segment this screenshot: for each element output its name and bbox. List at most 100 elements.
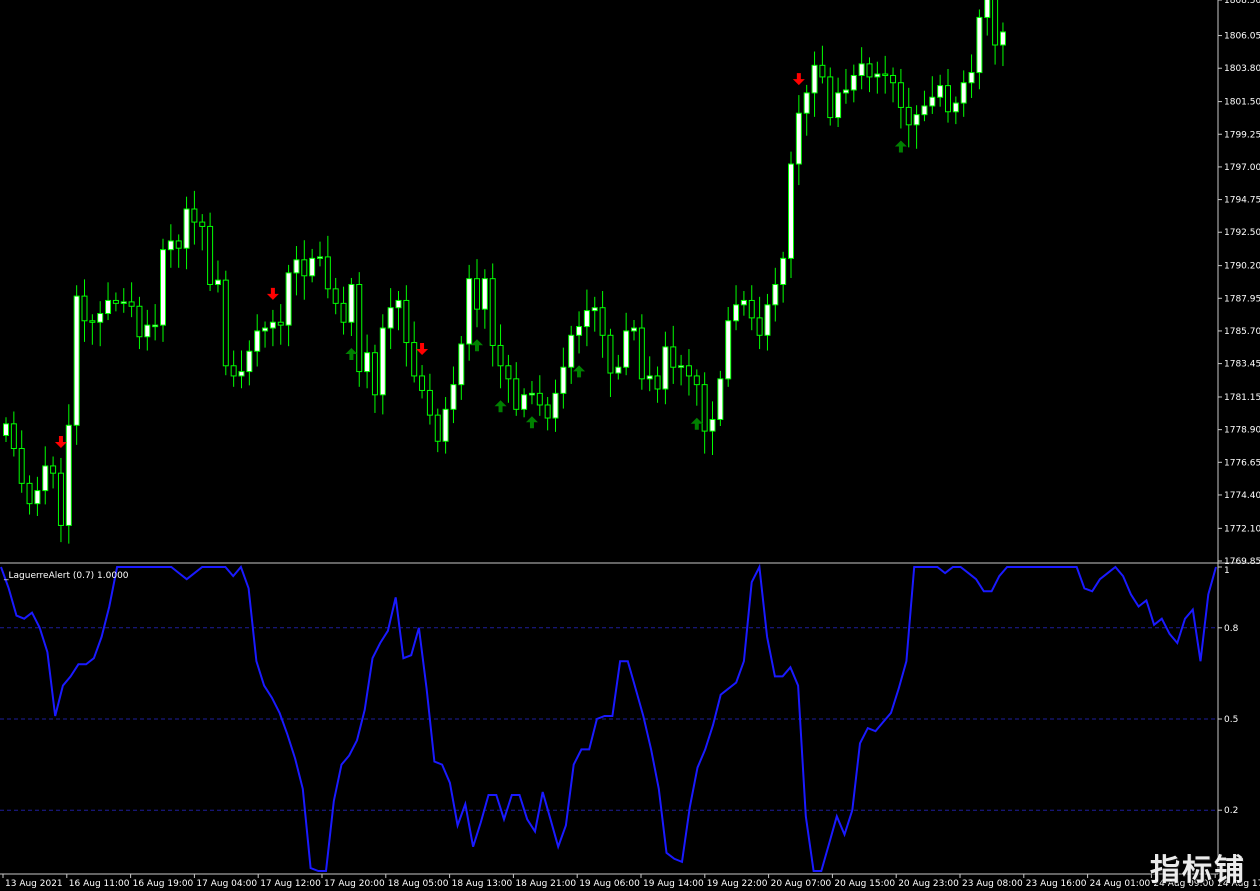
time-tick-label: 13 Aug 2021 — [5, 879, 63, 889]
candle-body — [591, 307, 598, 312]
price-tick-label: 1790.20 — [1224, 262, 1260, 272]
candle-body — [120, 301, 127, 304]
candle-body — [850, 74, 857, 91]
candle-body — [426, 389, 433, 416]
price-tick-label: 1799.25 — [1224, 130, 1260, 140]
candle-body — [262, 327, 269, 332]
candle-body — [497, 344, 504, 367]
candle-body — [866, 63, 873, 78]
candle-body — [560, 366, 567, 394]
price-tick-label: 1781.15 — [1224, 393, 1260, 403]
candle-body — [42, 465, 49, 492]
candle-body — [811, 64, 818, 94]
candle-body — [191, 208, 198, 223]
candle-body — [709, 418, 716, 432]
candle-body — [450, 384, 457, 410]
indicator-tick-label: 0.2 — [1224, 806, 1238, 816]
candle-body — [960, 82, 967, 104]
price-tick-label: 1801.50 — [1224, 98, 1260, 108]
time-tick-label: 24 Aug 01:00 — [1090, 879, 1151, 889]
price-tick-label: 1785.70 — [1224, 327, 1260, 337]
candle-body — [183, 208, 190, 249]
candle-body — [18, 448, 25, 484]
price-tick-label: 1794.75 — [1224, 196, 1260, 206]
candle-body — [913, 114, 920, 126]
candle-body — [788, 163, 794, 259]
candle-body — [207, 225, 214, 285]
candle-body — [685, 365, 692, 377]
candle-body — [34, 490, 41, 505]
candle-body — [646, 375, 653, 380]
candle-body — [803, 92, 810, 114]
candle-body — [929, 96, 936, 107]
candle-body — [293, 259, 300, 274]
time-tick-label: 23 Aug 08:00 — [962, 879, 1023, 889]
candle-body — [717, 378, 724, 420]
candle-body — [214, 279, 221, 285]
candle-body — [340, 302, 347, 323]
candle-body — [442, 408, 449, 442]
candle-body — [136, 305, 143, 338]
candle-body — [364, 352, 371, 373]
candle-body — [568, 334, 575, 368]
candle-body — [332, 288, 339, 304]
candle-body — [921, 105, 928, 116]
candle-body — [152, 324, 159, 328]
candle-body — [976, 16, 983, 74]
candle-body — [73, 295, 80, 426]
candle-body — [489, 278, 496, 346]
candle-body — [748, 299, 755, 319]
candle-body — [623, 330, 630, 368]
candle-body — [89, 320, 96, 323]
candle-body — [905, 106, 912, 126]
candle-body — [403, 299, 410, 344]
candle-body — [309, 257, 316, 277]
candle-body — [65, 424, 72, 526]
candle-body — [167, 240, 174, 251]
candle-body — [144, 324, 151, 338]
candle-body — [772, 283, 779, 306]
candle-body — [57, 472, 64, 526]
candle — [222, 270, 229, 376]
time-tick-label: 20 Aug 15:00 — [834, 879, 895, 889]
price-tick-label: 1808.50 — [1224, 0, 1260, 6]
chart-background — [0, 0, 1260, 891]
candle-body — [631, 327, 637, 332]
candle-body — [411, 342, 418, 377]
candle — [356, 272, 363, 387]
candle-body — [607, 334, 614, 374]
candle-body — [379, 327, 386, 396]
candle-body — [678, 365, 685, 368]
candle-body — [764, 304, 771, 336]
time-tick-label: 20 Aug 23:00 — [898, 879, 959, 889]
candle-body — [835, 92, 842, 119]
time-tick-label: 18 Aug 21:00 — [515, 879, 576, 889]
candle-body — [528, 392, 535, 396]
price-tick-label: 1776.65 — [1224, 458, 1260, 468]
time-tick-label: 16 Aug 19:00 — [133, 879, 194, 889]
candle-body — [254, 330, 261, 352]
candle-body — [317, 256, 323, 259]
candle-body — [199, 221, 206, 227]
candle-body — [984, 0, 991, 18]
price-tick-label: 1772.10 — [1224, 524, 1260, 534]
candle — [65, 404, 72, 544]
candle-body — [968, 72, 975, 84]
candle-body — [733, 304, 740, 322]
candle-body — [128, 301, 135, 307]
candle-body — [246, 350, 253, 373]
candle-body — [3, 423, 9, 436]
candle-body — [505, 365, 512, 380]
candle-body — [615, 366, 622, 374]
candle-body — [890, 74, 897, 84]
candle-body — [97, 313, 104, 323]
candle-body — [552, 392, 559, 419]
candle-body — [819, 64, 826, 78]
candle-body — [10, 423, 17, 450]
candle-body — [371, 352, 378, 396]
time-tick-label: 17 Aug 20:00 — [324, 879, 385, 889]
candle-body — [842, 89, 849, 94]
candle-body — [348, 283, 355, 323]
time-tick-label: 19 Aug 06:00 — [579, 879, 640, 889]
candle-body — [521, 394, 528, 410]
